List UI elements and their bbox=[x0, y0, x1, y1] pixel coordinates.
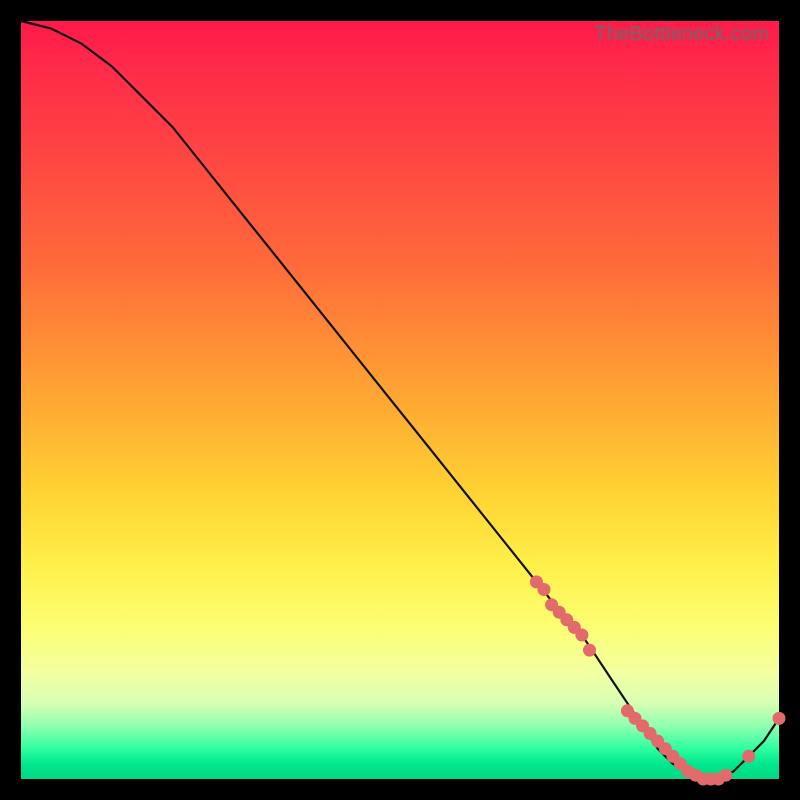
highlight-dot bbox=[742, 750, 755, 763]
bottleneck-curve-path bbox=[21, 21, 779, 779]
chart-plot-area: TheBottleneck.com bbox=[21, 21, 779, 779]
highlight-dot bbox=[719, 769, 732, 782]
highlight-dot bbox=[583, 644, 596, 657]
highlight-dot bbox=[773, 712, 786, 725]
chart-stage: TheBottleneck.com bbox=[0, 0, 800, 800]
bottleneck-curve-svg bbox=[21, 21, 779, 779]
highlight-dots-group bbox=[530, 575, 786, 785]
highlight-dot bbox=[575, 629, 588, 642]
highlight-dot bbox=[538, 583, 551, 596]
